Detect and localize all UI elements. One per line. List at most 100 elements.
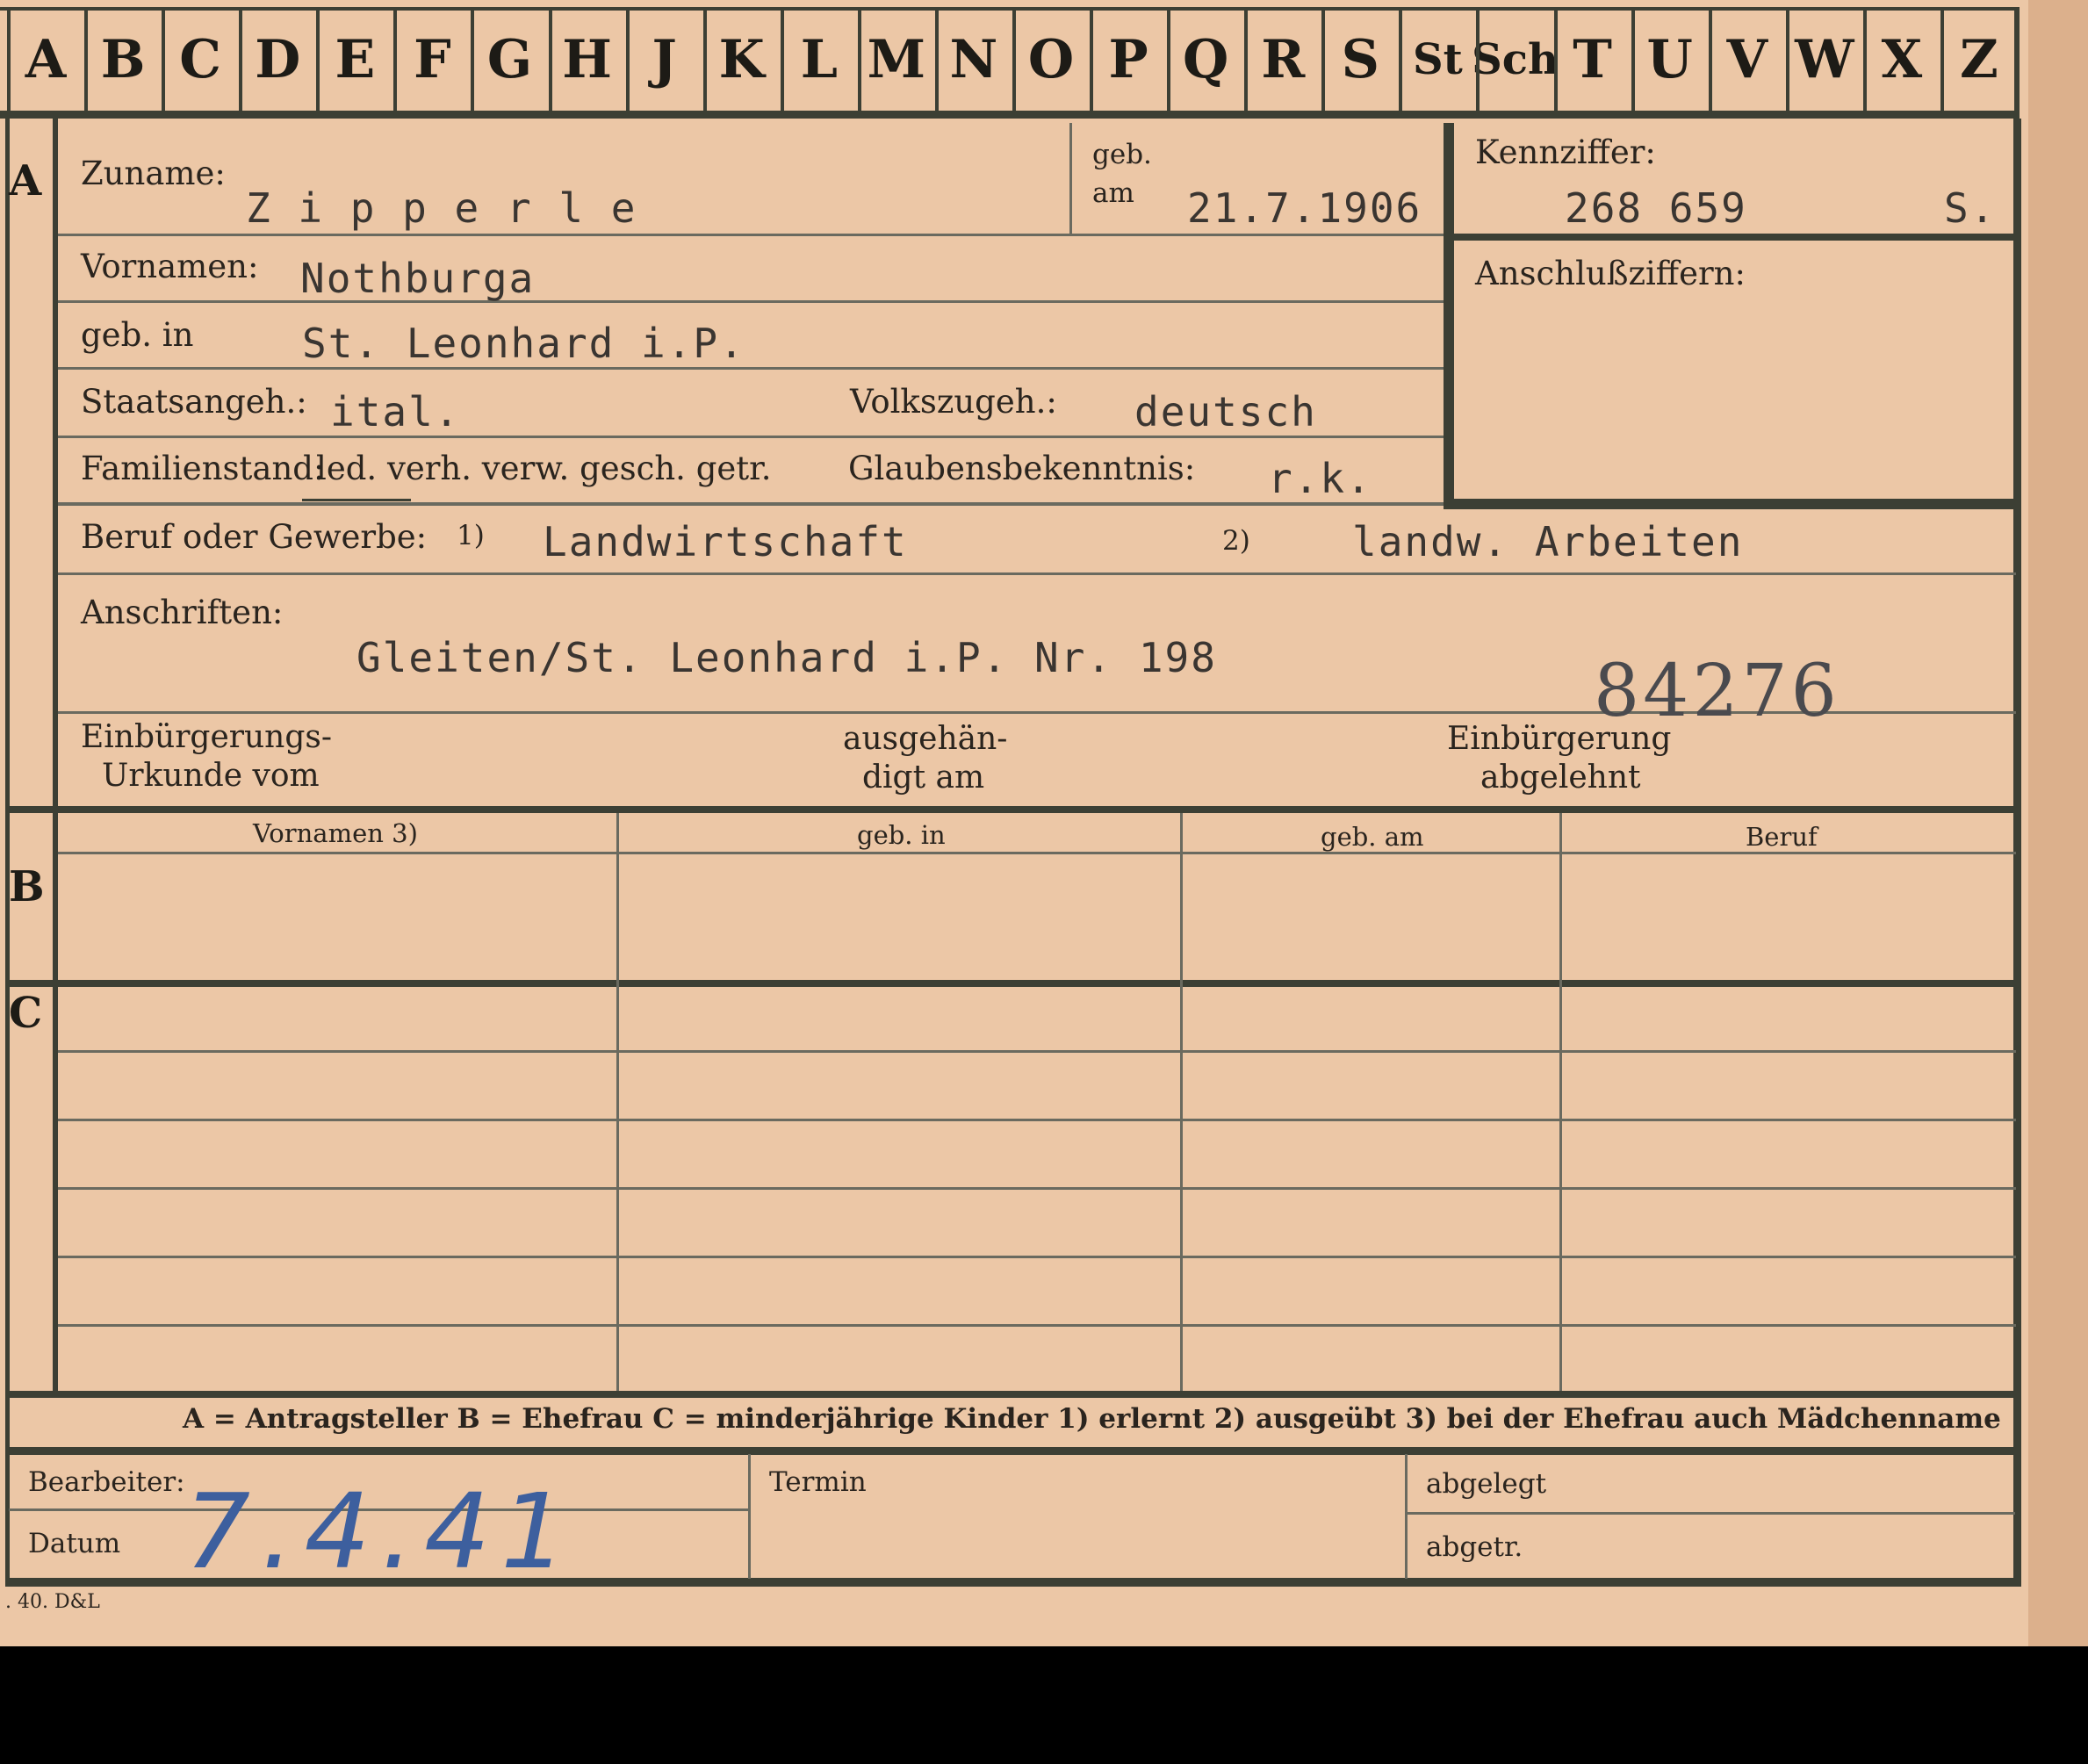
alphabet-tab: Q bbox=[1183, 29, 1229, 90]
tab-separator bbox=[1862, 9, 1867, 112]
tab-separator bbox=[1631, 9, 1635, 112]
tab-separator bbox=[2014, 9, 2020, 112]
tab-separator bbox=[1785, 9, 1789, 112]
col-divider-2 bbox=[1180, 813, 1183, 1396]
kennziffer-box-mid bbox=[1454, 234, 2016, 241]
section-c-top bbox=[5, 980, 2021, 987]
vornamen-label: Vornamen: bbox=[81, 248, 259, 285]
abgelegt-label: abgelegt bbox=[1426, 1468, 1547, 1500]
kennziffer-box-bottom bbox=[1454, 499, 2016, 509]
kennziffer-value: 268 659 bbox=[1565, 184, 1747, 232]
anschrift-value: Gleiten/St. Leonhard i.P. Nr. 198 bbox=[356, 634, 1217, 681]
frame-left bbox=[5, 119, 10, 1585]
section-label-b: B bbox=[9, 862, 45, 911]
row-line-6 bbox=[58, 572, 2016, 575]
tab-separator bbox=[84, 9, 89, 112]
alphabet-tab: V bbox=[1726, 29, 1768, 90]
glaubensbekenntnis-label: Glaubensbekenntnis: bbox=[848, 450, 1196, 487]
table-row bbox=[58, 1119, 2016, 1121]
alphabet-tab: L bbox=[800, 29, 838, 90]
abgetr-label: abgetr. bbox=[1426, 1531, 1523, 1563]
alphabet-tab: Sch bbox=[1472, 35, 1559, 84]
tab-separator bbox=[1399, 9, 1403, 112]
table-row bbox=[58, 1050, 2016, 1053]
table-row bbox=[58, 1256, 2016, 1258]
row-line-1 bbox=[58, 234, 1444, 236]
alphabet-tab: J bbox=[652, 29, 677, 90]
col-divider-1 bbox=[616, 813, 619, 1396]
tab-separator bbox=[1090, 9, 1094, 112]
datum-handwritten: 7.4.41 bbox=[184, 1471, 578, 1592]
ausgehaendigt-line1: ausgehän- bbox=[843, 721, 1008, 757]
alphabet-tab: A bbox=[25, 29, 67, 90]
anschlussziffern-label: Anschlußziffern: bbox=[1475, 255, 1746, 292]
alphabet-tab: R bbox=[1261, 29, 1306, 90]
geb-am-value: 21.7.1906 bbox=[1187, 184, 1422, 232]
tab-separator bbox=[1321, 9, 1326, 112]
einbuergerungs-urkunde-label: Einbürgerungs- Urkunde vom bbox=[81, 718, 332, 796]
staatsangeh-label: Staatsangeh.: bbox=[81, 383, 307, 421]
beruf-ausgeuebt-value: landw. Arbeiten bbox=[1352, 518, 1744, 565]
tab-separator bbox=[625, 9, 630, 112]
geb-in-value: St. Leonhard i.P. bbox=[302, 320, 745, 367]
abgelehnt-line2: abgelehnt bbox=[1480, 760, 1641, 796]
beruf-mark-1: 1) bbox=[457, 520, 485, 551]
zuname-label: Zuname: bbox=[81, 155, 226, 192]
tab-separator bbox=[1012, 9, 1016, 112]
geb-am-divider bbox=[1069, 123, 1072, 234]
alphabet-tab: E bbox=[335, 29, 376, 90]
tab-separator bbox=[857, 9, 861, 112]
ausgehaendigt-label: ausgehän- digt am bbox=[843, 720, 1007, 797]
alphabet-tab: P bbox=[1108, 29, 1148, 90]
alphabet-tab: C bbox=[179, 29, 222, 90]
einbuergerungs-line1: Einbürgerungs- bbox=[81, 719, 333, 755]
section-divider-col-c bbox=[53, 806, 58, 1396]
tab-separator bbox=[702, 9, 707, 112]
tab-separator bbox=[1244, 9, 1249, 112]
print-code: . 40. D&L bbox=[5, 1591, 100, 1613]
footer-divider-2 bbox=[1405, 1454, 1408, 1579]
alphabet-tab: O bbox=[1027, 29, 1075, 90]
table-header-line bbox=[58, 852, 2016, 854]
footer-divider-1 bbox=[748, 1454, 751, 1579]
tab-separator bbox=[239, 9, 243, 112]
row-line-2 bbox=[58, 300, 1444, 303]
zuname-value: Z i p p e r l e bbox=[246, 184, 637, 232]
col-divider-3 bbox=[1559, 813, 1562, 1396]
ausgehaendigt-line2: digt am bbox=[862, 760, 985, 796]
tab-separator bbox=[393, 9, 398, 112]
kennziffer-box-left bbox=[1444, 123, 1454, 509]
alphabet-tab: St bbox=[1412, 35, 1463, 84]
urkunde-vom-line2: Urkunde vom bbox=[102, 758, 320, 794]
tab-separator bbox=[471, 9, 475, 112]
section-label-a: A bbox=[9, 156, 42, 205]
kennziffer-suffix: S. bbox=[1944, 184, 1997, 232]
section-b-top bbox=[5, 806, 2021, 813]
tab-separator bbox=[1940, 9, 1944, 112]
anschriften-label: Anschriften: bbox=[81, 594, 284, 631]
beruf-erlernt-value: Landwirtschaft bbox=[543, 518, 908, 565]
geb-in-label: geb. in bbox=[81, 316, 194, 354]
volkszugeh-value: deutsch bbox=[1134, 388, 1317, 436]
row-line-4 bbox=[58, 436, 1444, 438]
col-header-geb-in: geb. in bbox=[857, 820, 946, 850]
col-header-geb-am: geb. am bbox=[1321, 822, 1424, 852]
col-header-beruf: Beruf bbox=[1746, 822, 1818, 852]
tab-separator bbox=[162, 9, 166, 112]
beruf-mark-2: 2) bbox=[1222, 525, 1250, 557]
card-shadow bbox=[2028, 0, 2088, 1646]
alphabet-tab: U bbox=[1646, 29, 1693, 90]
alphabet-tab: S bbox=[1341, 29, 1379, 90]
tab-row-bottom-border bbox=[0, 111, 2020, 119]
einbuergerung-line1: Einbürgerung bbox=[1447, 721, 1672, 757]
alphabet-tab: H bbox=[562, 29, 612, 90]
beruf-label: Beruf oder Gewerbe: bbox=[81, 518, 428, 556]
alphabet-tab: W bbox=[1795, 29, 1854, 90]
glaubensbekenntnis-value: r.k. bbox=[1268, 455, 1372, 502]
tab-separator bbox=[934, 9, 939, 112]
legend-bottom bbox=[5, 1447, 2021, 1455]
familienstand-options: led. verh. verw. gesch. getr. bbox=[316, 450, 772, 487]
legend-top bbox=[5, 1391, 2021, 1398]
familienstand-label: Familienstand: bbox=[81, 450, 325, 487]
familienstand-underline bbox=[302, 499, 411, 501]
